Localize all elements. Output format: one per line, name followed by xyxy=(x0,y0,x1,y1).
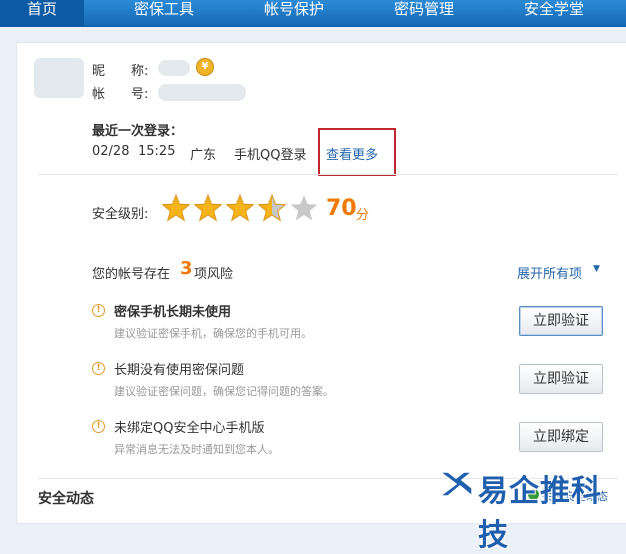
warning-icon: ! xyxy=(92,304,105,317)
security-dynamics-title: 安全动态 xyxy=(38,491,94,507)
last-login-title: 最近一次登录： xyxy=(92,124,184,139)
vip-badge-icon[interactable]: ¥ xyxy=(196,58,214,76)
nickname-label: 昵 称: xyxy=(92,64,149,79)
security-score: 70 xyxy=(326,196,357,221)
brand-logo-icon xyxy=(438,471,474,498)
warning-icon: ! xyxy=(92,420,105,433)
chevron-down-icon[interactable]: ▼ xyxy=(593,264,600,274)
risk-item-title: 长期没有使用密保问题 xyxy=(114,363,245,378)
bind-app-button[interactable]: 立即绑定 xyxy=(519,422,603,452)
nav-account-protect[interactable]: 帐号保护 xyxy=(246,0,342,26)
risk-suffix: 项风险 xyxy=(194,267,234,282)
rating-star-icon xyxy=(257,193,287,222)
rating-star-icon xyxy=(290,195,318,221)
security-level-label: 安全级别: xyxy=(92,207,149,222)
risk-item-desc: 异常消息无法及时通知到您本人。 xyxy=(114,443,279,456)
verify-phone-button[interactable]: 立即验证 xyxy=(519,306,603,336)
expand-all-link[interactable]: 展开所有项 xyxy=(517,263,582,282)
rating-star-icon xyxy=(193,193,223,222)
last-login-time: 15:25 xyxy=(138,144,176,159)
last-login-device: 手机QQ登录 xyxy=(234,148,307,163)
nav-security-tools[interactable]: 密保工具 xyxy=(116,0,212,26)
verify-question-button[interactable]: 立即验证 xyxy=(519,364,603,394)
security-stars xyxy=(161,193,318,222)
nav-home[interactable]: 首页 xyxy=(0,0,84,26)
risk-count: 3 xyxy=(180,258,193,279)
account-label: 帐 号: xyxy=(92,87,149,102)
risk-item-desc: 建议验证密保手机，确保您的手机可用。 xyxy=(114,327,312,340)
last-login-date: 02/28 xyxy=(92,144,130,159)
warning-icon: ! xyxy=(92,362,105,375)
account-value xyxy=(158,84,246,101)
risk-item-title: 密保手机长期未使用 xyxy=(114,305,232,320)
avatar xyxy=(34,58,84,98)
nickname-value xyxy=(158,60,190,76)
top-nav: 首页 密保工具 帐号保护 密码管理 安全学堂 xyxy=(0,0,626,27)
security-score-unit: 分 xyxy=(356,208,370,223)
nav-password-manage[interactable]: 密码管理 xyxy=(376,0,472,26)
highlight-box xyxy=(318,128,396,176)
risk-item-title: 未绑定QQ安全中心手机版 xyxy=(114,421,265,436)
risk-item-desc: 建议验证密保问题，确保您记得问题的答案。 xyxy=(114,385,334,398)
risk-prefix: 您的帐号存在 xyxy=(92,267,171,282)
rating-star-icon xyxy=(161,193,191,222)
last-login-location: 广东 xyxy=(190,148,217,163)
rating-star-icon xyxy=(225,193,255,222)
nav-security-school[interactable]: 安全学堂 xyxy=(506,0,602,26)
watermark-text: 易企推科技 xyxy=(478,474,602,553)
section-divider xyxy=(38,174,618,175)
